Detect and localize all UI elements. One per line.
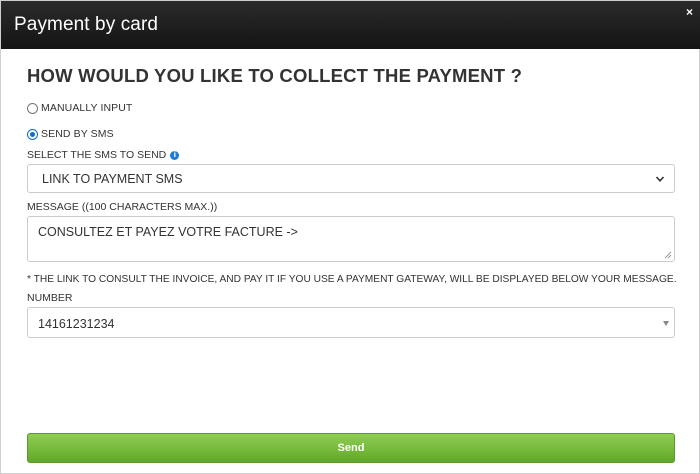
number-select[interactable]: 14161231234 [27,307,675,338]
info-icon[interactable]: i [170,150,180,160]
send-button[interactable]: Send [27,433,675,463]
option-manually-input[interactable]: MANUALLY INPUT [27,102,132,114]
option-send-by-sms-label: SEND BY SMS [41,128,114,140]
number-label: NUMBER [27,292,73,304]
sms-template-select[interactable]: LINK TO PAYMENT SMS [27,164,675,193]
radio-send-by-sms[interactable] [27,128,38,140]
modal-title: Payment by card [14,14,159,35]
option-send-by-sms[interactable]: SEND BY SMS [27,128,114,140]
modal-titlebar: Payment by card × [1,1,700,49]
page-title: HOW WOULD YOU LIKE TO COLLECT THE PAYMEN… [27,65,523,86]
sms-template-value: LINK TO PAYMENT SMS [42,172,183,186]
close-icon[interactable]: × [686,6,693,18]
payment-modal: Payment by card × HOW WOULD YOU LIKE TO … [0,0,700,474]
sms-select-label-row: SELECT THE SMS TO SEND i [27,149,180,161]
sms-select-label: SELECT THE SMS TO SEND [27,149,167,161]
chevron-down-icon [655,176,665,182]
option-manually-input-label: MANUALLY INPUT [41,102,133,114]
message-textarea[interactable]: CONSULTEZ ET PAYEZ VOTRE FACTURE -> [27,216,675,262]
radio-manually-input[interactable] [27,102,38,114]
message-label: MESSAGE ((100 CHARACTERS MAX.)) [27,201,218,213]
invoice-link-note: * THE LINK TO CONSULT THE INVOICE, AND P… [27,274,677,285]
caret-down-icon [663,321,669,326]
number-value: 14161231234 [38,317,115,331]
message-value: CONSULTEZ ET PAYEZ VOTRE FACTURE -> [38,225,298,239]
resize-grip-icon[interactable] [664,251,672,259]
